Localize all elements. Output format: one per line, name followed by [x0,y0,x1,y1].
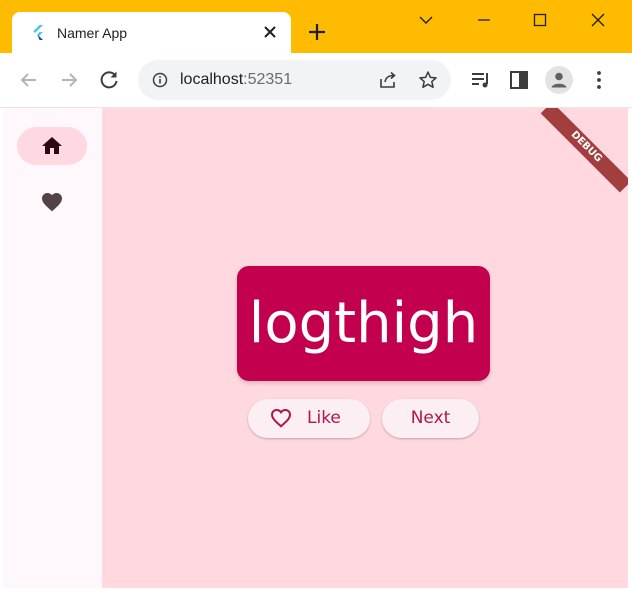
forward-icon[interactable] [57,68,81,92]
flutter-icon [33,25,43,40]
address-bar[interactable]: localhost:52351 [138,60,451,100]
media-queue-icon[interactable] [469,68,493,92]
url-port: :52351 [243,71,293,88]
new-tab-icon[interactable] [306,21,328,43]
browser-tab[interactable]: Namer App [12,12,291,53]
bookmark-star-icon[interactable] [418,70,438,90]
like-label: Like [307,408,341,428]
person-icon [551,72,567,88]
navigation-rail [3,108,102,588]
next-button[interactable]: Next [382,399,479,438]
url-host: localhost [180,71,244,88]
browser-window: Namer App localhost:52351 logthigh Like … [0,0,632,592]
tab-search-chevron-icon[interactable] [403,8,449,32]
home-icon [42,137,62,154]
app-viewport: logthigh Like Next DEBUG [3,108,628,588]
favorite-border-icon [270,408,292,428]
like-button[interactable]: Like [248,399,370,438]
generator-page: logthigh Like Next [102,108,628,588]
tab-title: Namer App [57,25,128,41]
maximize-icon[interactable] [517,8,563,32]
word-pair-text: logthigh [248,291,479,356]
minimize-icon[interactable] [461,8,507,32]
info-icon[interactable] [152,72,168,88]
next-label: Next [410,408,451,428]
back-icon[interactable] [17,68,41,92]
nav-favorites[interactable] [17,183,87,221]
share-icon[interactable] [378,70,398,90]
reload-icon[interactable] [97,68,121,92]
profile-avatar[interactable] [545,66,573,94]
close-window-icon[interactable] [575,8,621,32]
side-panel-icon[interactable] [507,68,531,92]
title-bar: Namer App [0,0,632,53]
browser-toolbar: localhost:52351 [0,53,632,108]
favorite-icon [42,193,62,212]
url-text[interactable]: localhost:52351 [180,70,292,90]
more-menu-icon[interactable] [587,68,611,92]
close-tab-icon[interactable] [261,23,279,41]
word-pair-card: logthigh [237,266,490,381]
nav-home[interactable] [17,127,87,165]
